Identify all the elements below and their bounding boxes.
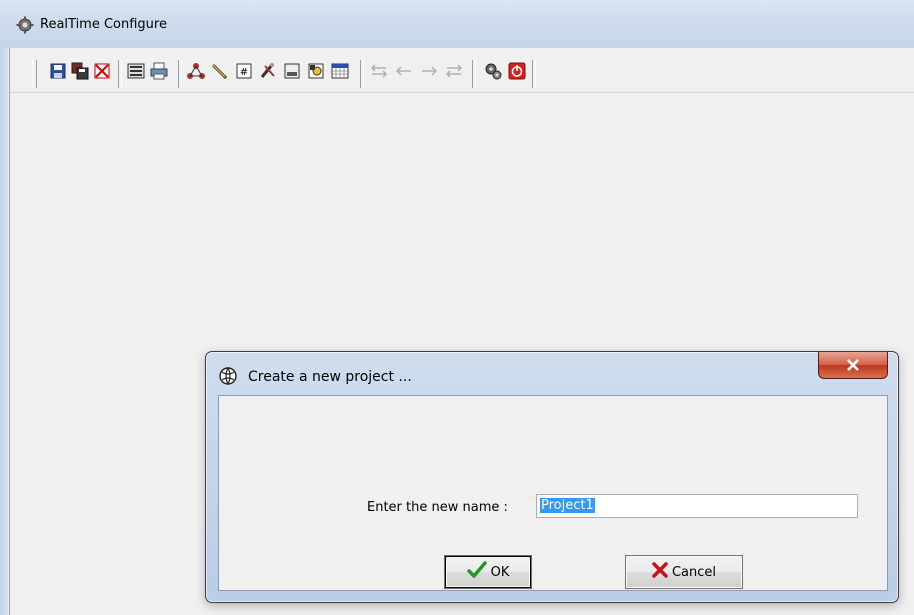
close-project-button[interactable] (91, 62, 113, 84)
cancel-button[interactable]: Cancel (625, 555, 743, 589)
cancel-label: Cancel (671, 564, 717, 580)
selected-text: Project1 (540, 498, 595, 513)
properties-button[interactable] (125, 62, 147, 84)
pencil-icon (211, 62, 229, 84)
power-button[interactable] (506, 62, 528, 84)
name-prompt-label: Enter the new name : (367, 500, 508, 515)
dialog-title: Create a new project ... (248, 369, 412, 385)
calendar-icon (331, 62, 349, 84)
window-frame (0, 48, 8, 615)
gear-network-icon (16, 16, 34, 34)
move-first-button[interactable] (368, 62, 390, 84)
move-last-button[interactable] (443, 62, 465, 84)
toolbar-separator (472, 60, 476, 88)
close-button[interactable] (818, 352, 888, 379)
numeric-tag-button[interactable]: # (233, 62, 255, 84)
document-chart-icon (307, 62, 325, 84)
toolbar-separator (360, 60, 364, 88)
power-icon (508, 62, 526, 84)
check-icon (466, 561, 487, 583)
save-icon (49, 62, 67, 84)
document-chart-button[interactable] (305, 62, 327, 84)
dialog-body: Enter the new name : Project1 OK Cancel (218, 395, 888, 591)
properties-icon (127, 62, 145, 84)
toolbar-separator (118, 60, 122, 88)
form-icon (283, 62, 301, 84)
svg-text:#: # (240, 67, 248, 78)
save-button[interactable] (47, 62, 69, 84)
cancel-x-icon (652, 562, 668, 582)
save-as-icon (71, 62, 89, 84)
network-button[interactable] (185, 62, 207, 84)
window-title: RealTime Configure (40, 17, 167, 32)
move-prev-button[interactable] (393, 62, 415, 84)
close-project-icon (93, 62, 111, 84)
print-icon (150, 62, 168, 84)
network-icon (187, 62, 205, 84)
save-as-button[interactable] (69, 62, 91, 84)
move-prev-icon (395, 62, 413, 84)
print-button[interactable] (148, 62, 170, 84)
ok-label: OK (490, 564, 510, 580)
tools-button[interactable] (257, 62, 279, 84)
settings-run-button[interactable] (482, 62, 504, 84)
move-first-icon (370, 62, 388, 84)
project-globe-icon (218, 366, 238, 386)
move-next-icon (420, 62, 438, 84)
numeric-tag-icon: # (235, 62, 253, 84)
tools-icon (259, 62, 277, 84)
calendar-button[interactable] (329, 62, 351, 84)
close-icon (846, 356, 860, 375)
toolbar-separator (178, 60, 182, 88)
toolbar-grip[interactable] (32, 60, 37, 88)
main-titlebar[interactable]: RealTime Configure (0, 0, 914, 48)
toolbar-separator (532, 60, 536, 88)
move-next-button[interactable] (418, 62, 440, 84)
ok-button[interactable]: OK (444, 555, 532, 589)
project-name-input[interactable]: Project1 (536, 494, 858, 518)
move-last-icon (445, 62, 463, 84)
form-button[interactable] (281, 62, 303, 84)
pencil-button[interactable] (209, 62, 231, 84)
settings-run-icon (484, 62, 502, 84)
create-project-dialog: Create a new project ... Enter the new n… (205, 351, 899, 603)
